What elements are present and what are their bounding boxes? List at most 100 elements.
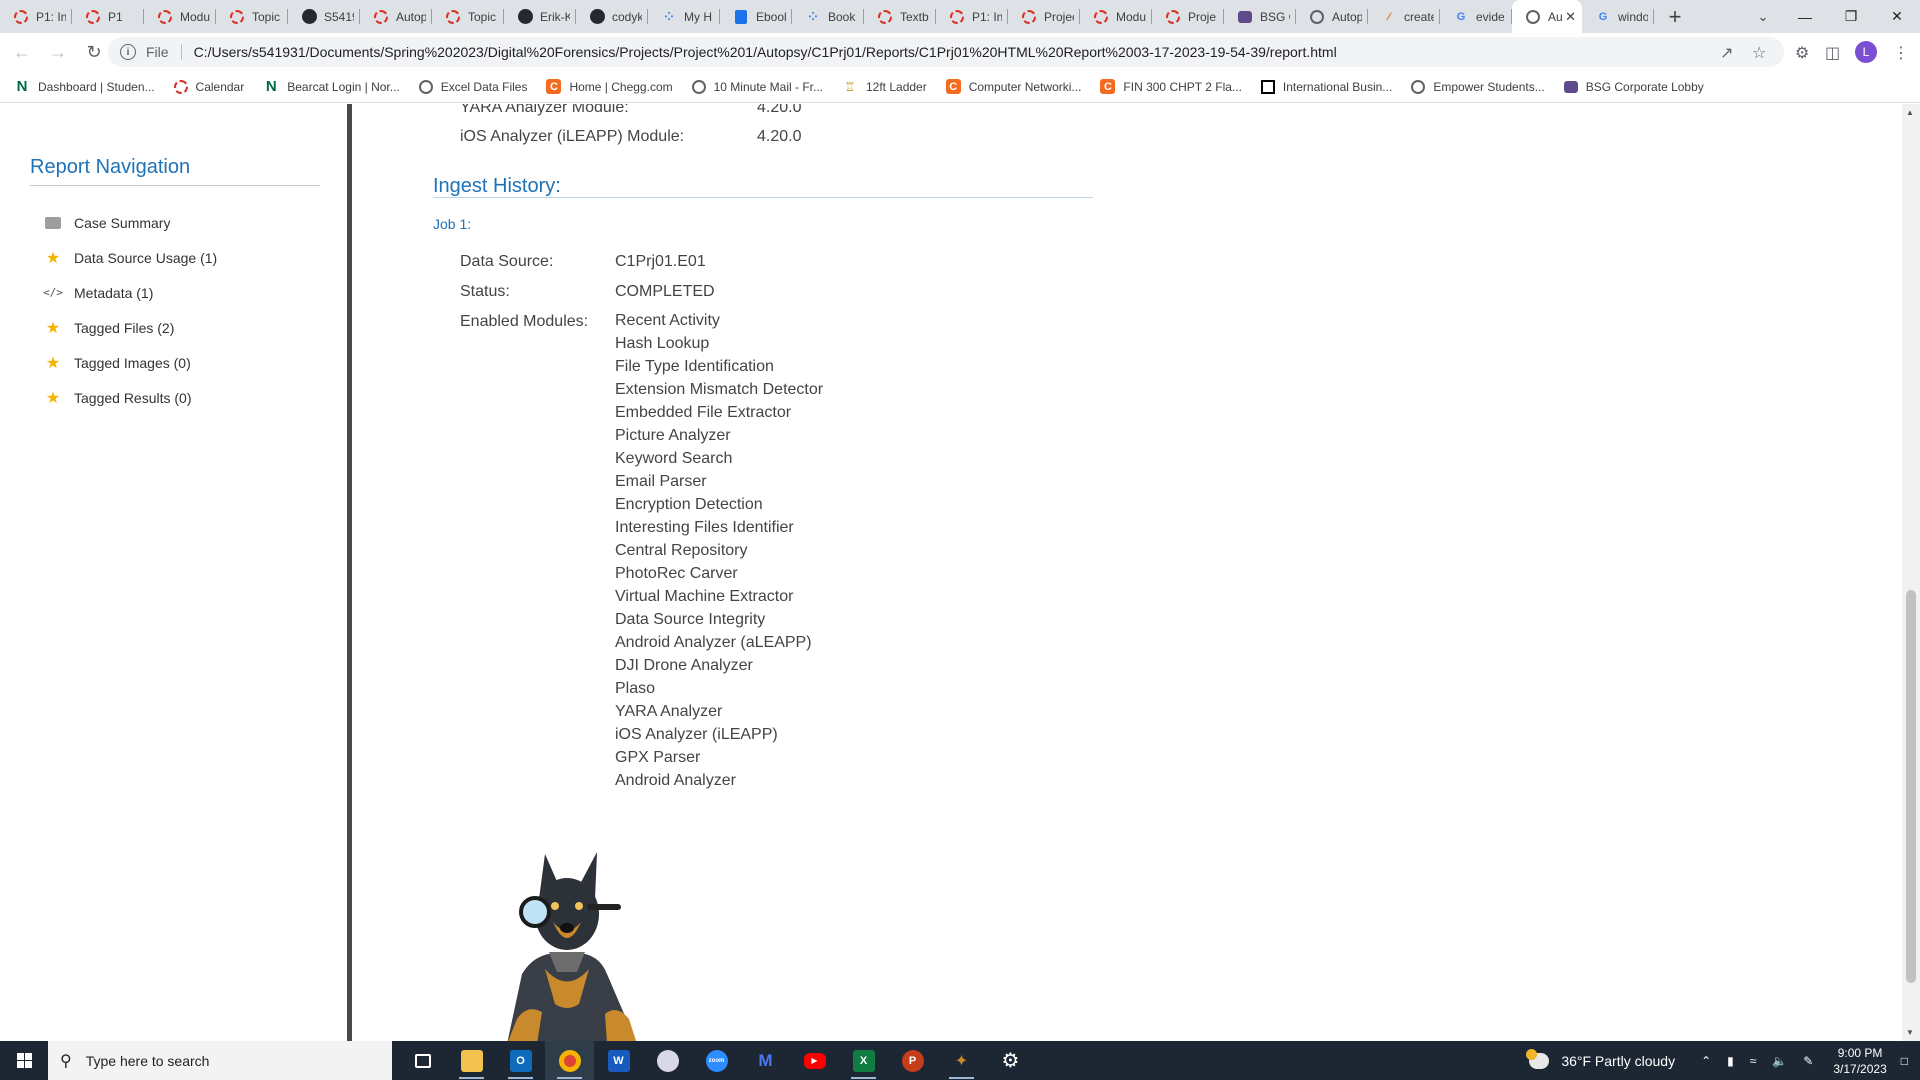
reload-button[interactable]: ↻ [80,38,108,66]
url-text[interactable]: C:/Users/s541931/Documents/Spring%202023… [194,44,1337,60]
bookmark-item[interactable]: BSG Corporate Lobby [1563,80,1704,94]
show-hidden-icons-chevron-icon[interactable]: ⌃ [1701,1054,1711,1068]
browser-tab-title: Textb [900,9,929,24]
browser-tab[interactable]: Autop [1296,0,1368,33]
browser-tab[interactable]: Gwindo [1582,0,1654,33]
report-nav-item[interactable]: ★ Data Source Usage (1) [44,240,217,275]
browser-tab[interactable]: codyk [576,0,648,33]
bookmark-item[interactable]: Calendar [173,79,244,94]
notifications-icon[interactable]: □ [1901,1054,1908,1068]
browser-tab[interactable]: P1: In [936,0,1008,33]
taskbar-zoom[interactable]: zoom [692,1041,741,1080]
browser-tab[interactable]: S5419 [288,0,360,33]
tab-search-icon[interactable]: ⌄ [1748,0,1778,33]
taskbar-autopsy[interactable]: ✦ [937,1041,986,1080]
browser-tab[interactable]: Topic [432,0,504,33]
start-button[interactable] [0,1041,48,1080]
taskbar-outlook[interactable]: O [496,1041,545,1080]
new-tab-button[interactable]: + [1660,0,1690,33]
browser-tab[interactable]: ⁘ My H [648,0,720,33]
report-nav-link[interactable]: Tagged Results (0) [74,390,192,406]
browser-tab[interactable]: Projec [1008,0,1080,33]
restore-button[interactable]: ❐ [1828,0,1874,33]
enabled-modules-list: Recent Activity Hash Lookup File Type Iden… [615,312,823,795]
browser-tab[interactable]: ⁘ Book [792,0,864,33]
browser-tab-title: windo [1618,9,1648,24]
browser-tab-title: Ebool [756,9,786,24]
profile-avatar[interactable]: L [1855,41,1877,63]
browser-tab[interactable]: Proje [1152,0,1224,33]
bookmark-star-icon[interactable]: ☆ [1752,43,1766,63]
share-icon[interactable]: ↗ [1720,43,1733,63]
browser-tab-active[interactable]: Au ✕ [1512,0,1582,33]
browser-tab-title: codyk [612,9,642,24]
bookmark-item[interactable]: Empower Students... [1411,79,1545,94]
address-bar[interactable]: i File C:/Users/s541931/Documents/Spring… [108,37,1784,67]
bookmark-item[interactable]: C FIN 300 CHPT 2 Fla... [1100,79,1242,94]
browser-tab-title: BSG C [1260,9,1290,24]
report-nav-link[interactable]: Data Source Usage (1) [74,250,217,266]
bookmark-item[interactable]: C Computer Networki... [945,79,1081,94]
report-nav-item[interactable]: ★ Tagged Files (2) [44,310,217,345]
browser-tab[interactable]: P1: Ini [0,0,72,33]
browser-tab[interactable]: Autop [360,0,432,33]
close-window-button[interactable]: ✕ [1874,0,1920,33]
scroll-down-arrow-icon[interactable]: ▼ [1906,1028,1914,1037]
extensions-icon[interactable]: ⚙ [1795,43,1809,63]
report-nav-link[interactable]: Case Summary [74,215,170,231]
forward-button[interactable]: → [44,38,72,66]
bookmark-item[interactable]: ♖ 12ft Ladder [842,79,927,95]
bookmark-item[interactable]: 10 Minute Mail - Fr... [691,79,823,94]
enabled-module-item: Encryption Detection [615,496,763,513]
task-view-button[interactable] [398,1041,447,1080]
bookmark-item[interactable]: N Dashboard | Studen... [14,78,155,95]
back-button[interactable]: ← [8,38,36,66]
taskbar-search-box[interactable]: ⚲ Type here to search [48,1041,392,1080]
close-tab-icon[interactable]: ✕ [1565,9,1576,25]
taskbar-word[interactable]: W [594,1041,643,1080]
bookmark-item[interactable]: N Bearcat Login | Nor... [263,78,400,95]
browser-tab[interactable]: ⁄ create [1368,0,1440,33]
pen-icon[interactable]: ✎ [1803,1054,1813,1068]
browser-tab[interactable]: Modu [144,0,216,33]
taskbar-m-app[interactable]: M [741,1041,790,1080]
report-nav-item[interactable]: Case Summary [44,205,217,240]
report-nav-link[interactable]: Tagged Images (0) [74,355,191,371]
browser-tab[interactable]: Modu [1080,0,1152,33]
scrollbar-thumb[interactable] [1906,590,1916,983]
browser-tab[interactable]: Gevide [1440,0,1512,33]
battery-icon[interactable]: ▮ [1727,1054,1734,1068]
report-nav-link[interactable]: Metadata (1) [74,285,153,301]
bookmark-item[interactable]: International Busin... [1260,79,1392,94]
taskbar-brain-app[interactable] [643,1041,692,1080]
bookmark-item[interactable]: Excel Data Files [418,79,527,94]
taskbar-settings[interactable]: ⚙ [986,1041,1035,1080]
browser-tab[interactable]: Ebool [720,0,792,33]
bookmark-item[interactable]: C Home | Chegg.com [546,79,673,94]
browser-tab[interactable]: P1 [72,0,144,33]
report-nav-item[interactable]: </> Metadata (1) [43,275,217,310]
folder-icon [44,216,62,229]
clock[interactable]: 9:00 PM 3/17/2023 [1833,1045,1886,1077]
side-panel-icon[interactable]: ◫ [1825,43,1840,63]
scroll-up-arrow-icon[interactable]: ▲ [1906,108,1914,117]
minimize-button[interactable]: — [1782,0,1828,33]
taskbar-chrome[interactable] [545,1041,594,1080]
volume-icon[interactable]: 🔈 [1772,1054,1787,1068]
taskbar-powerpoint[interactable]: P [888,1041,937,1080]
browser-tab[interactable]: Erik-K [504,0,576,33]
report-nav-item[interactable]: ★ Tagged Images (0) [44,345,217,380]
site-info-icon[interactable]: i [120,44,136,60]
report-content: YARA Analyzer Module: 4.20.0 iOS Analyze… [357,104,1902,1041]
taskbar-youtube[interactable]: ▶ [790,1041,839,1080]
report-nav-link[interactable]: Tagged Files (2) [74,320,174,336]
browser-tab[interactable]: Topic [216,0,288,33]
weather-widget[interactable]: 36°F Partly cloudy [1526,1048,1675,1069]
taskbar-file-explorer[interactable] [447,1041,496,1080]
browser-tab[interactable]: Textb [864,0,936,33]
report-nav-item[interactable]: ★ Tagged Results (0) [44,380,217,415]
menu-icon[interactable]: ⋮ [1893,43,1909,63]
browser-tab[interactable]: BSG C [1224,0,1296,33]
wifi-icon[interactable]: ≈ [1750,1054,1757,1068]
taskbar-excel[interactable]: X [839,1041,888,1080]
